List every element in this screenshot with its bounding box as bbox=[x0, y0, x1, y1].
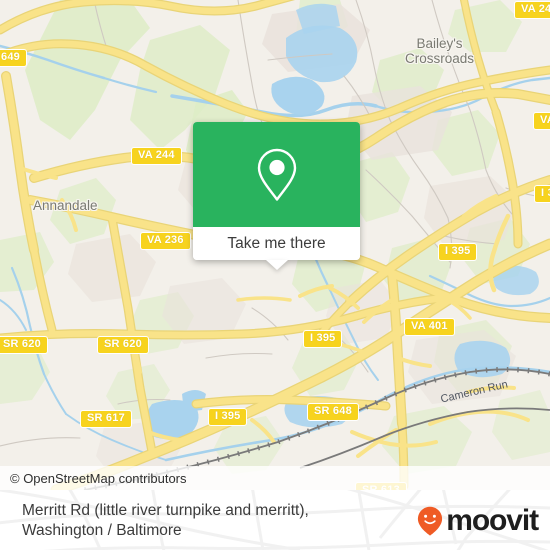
moovit-wordmark: moovit bbox=[446, 504, 539, 537]
moovit-smiley-pin-icon bbox=[418, 506, 443, 536]
moovit-brand[interactable]: moovit bbox=[417, 504, 539, 537]
take-me-there-label: Take me there bbox=[227, 234, 326, 252]
road-shield: VA 244 bbox=[131, 147, 182, 165]
road-shield: SR 620 bbox=[0, 336, 48, 354]
location-title: Merritt Rd (little river turnpike and me… bbox=[22, 502, 309, 539]
road-shield: VA 236 bbox=[140, 232, 191, 250]
road-shield: VA 401 bbox=[404, 318, 455, 336]
road-shield: 649 bbox=[0, 49, 27, 67]
moovit-map-screenshot: .rd { fill:none; stroke:#f9e389; stroke-… bbox=[0, 0, 550, 550]
card-action-area[interactable]: Take me there bbox=[193, 227, 360, 260]
map-canvas[interactable]: .rd { fill:none; stroke:#f9e389; stroke-… bbox=[0, 0, 550, 490]
card-image-area bbox=[193, 122, 360, 227]
road-shield: VA bbox=[533, 112, 550, 130]
road-shield: I 395 bbox=[208, 408, 248, 426]
road-shield: SR 620 bbox=[97, 336, 149, 354]
map-pin-icon bbox=[257, 148, 296, 201]
road-shield: I 395 bbox=[303, 330, 343, 348]
osm-attribution-text[interactable]: © OpenStreetMap contributors bbox=[10, 471, 187, 486]
road-shield: VA 244 bbox=[514, 1, 550, 19]
card-pointer-tail bbox=[265, 260, 288, 270]
road-shield: I 395 bbox=[438, 243, 478, 261]
road-shield: I 3 bbox=[534, 185, 550, 203]
osm-attribution-bar: © OpenStreetMap contributors bbox=[0, 466, 550, 490]
footer-bar: Merritt Rd (little river turnpike and me… bbox=[0, 490, 550, 550]
road-shield: SR 617 bbox=[80, 410, 132, 428]
take-me-there-card[interactable]: Take me there bbox=[193, 122, 360, 270]
road-shield: SR 648 bbox=[307, 403, 359, 421]
